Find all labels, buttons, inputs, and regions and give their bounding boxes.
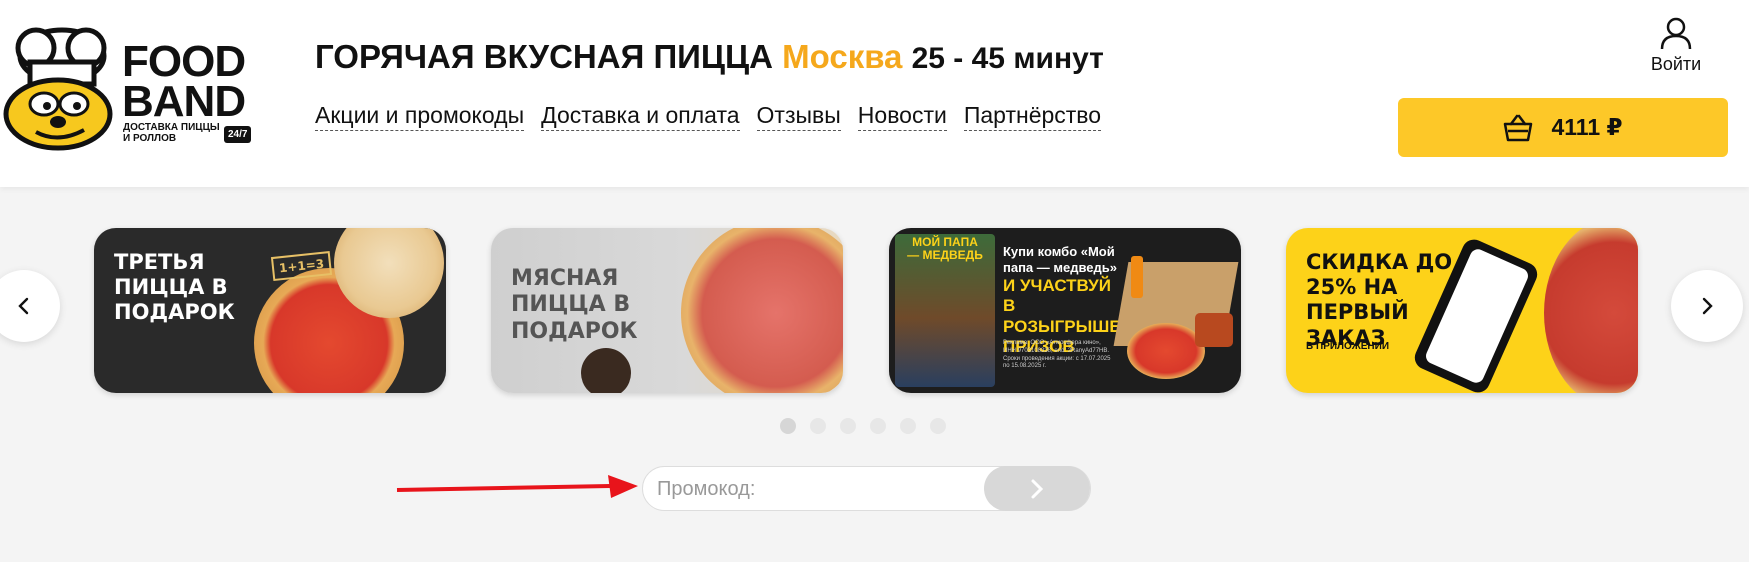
city-selector[interactable]: Москва (782, 38, 902, 75)
cart-total: 4111 ₽ (1551, 114, 1623, 140)
food-band-logo[interactable]: FOOD BAND ДОСТАВКА ПИЦЦЫ И РОЛЛОВ 24/7 (0, 18, 260, 153)
site-header: FOOD BAND ДОСТАВКА ПИЦЦЫ И РОЛЛОВ 24/7 Г… (0, 0, 1749, 187)
banner-text: СКИДКА ДО 25% НА ПЕРВЫЙ ЗАКАЗ (1306, 250, 1453, 350)
basket-icon (1504, 114, 1533, 141)
page-headline: ГОРЯЧАЯ ВКУСНАЯ ПИЦЦА Москва 25 - 45 мин… (315, 38, 1104, 76)
pizza-image (1127, 323, 1205, 379)
cart-button[interactable]: 4111 ₽ (1398, 98, 1728, 157)
headline-main: ГОРЯЧАЯ ВКУСНАЯ ПИЦЦА (315, 38, 773, 75)
logo-24-7-badge: 24/7 (224, 126, 252, 143)
snack-tray-image (1195, 313, 1233, 347)
carousel-next-button[interactable] (1671, 270, 1743, 342)
banner-text: ТРЕТЬЯ ПИЦЦА В ПОДАРОК (114, 250, 235, 325)
logo-tagline: ДОСТАВКА ПИЦЦЫ И РОЛЛОВ (123, 122, 220, 144)
banner-movie-combo[interactable]: МОЙ ПАПА— МЕДВЕДЬ Купи комбо «Мой папа —… (889, 228, 1241, 393)
banner-subtext: В ПРИЛОЖЕНИИ (1306, 341, 1390, 352)
carousel-dot[interactable] (810, 418, 826, 434)
banner-app-discount[interactable]: СКИДКА ДО 25% НА ПЕРВЫЙ ЗАКАЗ В ПРИЛОЖЕН… (1286, 228, 1638, 393)
nav-link-promotions[interactable]: Акции и промокоды (315, 102, 525, 131)
nav-link-delivery[interactable]: Доставка и оплата (541, 102, 740, 131)
movie-poster-title: МОЙ ПАПА— МЕДВЕДЬ (907, 235, 983, 263)
banner-third-pizza-free[interactable]: 1+1=3 ТРЕТЬЯ ПИЦЦА В ПОДАРОК (94, 228, 446, 393)
pepper-bowl-image (581, 348, 631, 393)
nav-link-reviews[interactable]: Отзывы (756, 102, 841, 131)
nav-link-news[interactable]: Новости (857, 102, 947, 131)
carousel-dot[interactable] (900, 418, 916, 434)
chevron-right-icon (1702, 297, 1713, 315)
promo-code-input[interactable] (657, 475, 957, 503)
delivery-time: 25 - 45 минут (911, 42, 1104, 75)
annotation-arrow-icon (396, 475, 638, 498)
chevron-left-icon (18, 297, 29, 315)
user-icon (1660, 17, 1692, 50)
pizza-image (681, 228, 843, 393)
carousel-dot[interactable] (840, 418, 856, 434)
carousel-prev-button[interactable] (0, 270, 60, 342)
carousel-dot[interactable] (870, 418, 886, 434)
carousel-dot[interactable] (930, 418, 946, 434)
banner-text: МЯСНАЯ ПИЦЦА В ПОДАРОК (511, 266, 638, 344)
banner-fine-print: Реклама: ООО «Атмосфера кино», ИНН 97031… (1003, 340, 1111, 370)
nav-link-partnership[interactable]: Партнёрство (963, 102, 1102, 131)
carousel-dot[interactable] (780, 418, 796, 434)
main-nav: Акции и промокоды Доставка и оплата Отзы… (315, 102, 1102, 131)
drink-bottle-image (1131, 256, 1143, 298)
banner-headline: Купи комбо «Мой папа — медведь» (1003, 244, 1118, 276)
login-label: Войти (1650, 54, 1702, 74)
logo-wordmark-band: BAND (122, 77, 246, 126)
login-button[interactable]: Войти (1645, 16, 1707, 75)
banner-meat-pizza-free[interactable]: МЯСНАЯ ПИЦЦА В ПОДАРОК (491, 228, 843, 393)
chef-mascot-icon (3, 27, 113, 151)
promo-submit-button[interactable] (984, 466, 1090, 511)
promo-code-form (642, 466, 1091, 511)
chevron-right-icon (1031, 479, 1044, 498)
pizza-image (1544, 228, 1638, 393)
carousel-pagination (780, 418, 946, 434)
